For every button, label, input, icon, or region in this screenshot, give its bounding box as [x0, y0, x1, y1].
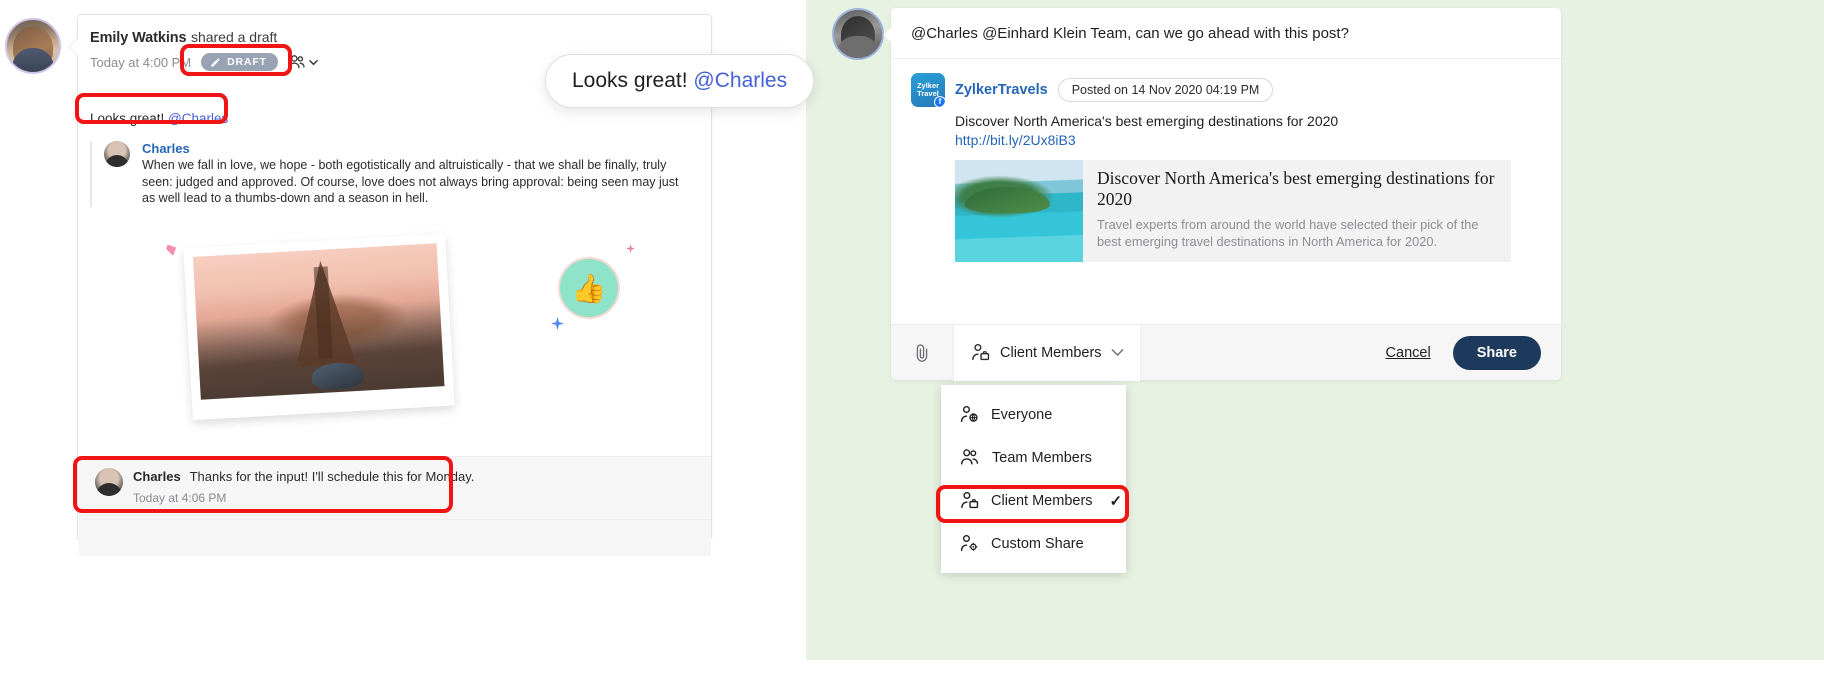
reaction-thumbs-up[interactable]: 👍	[558, 257, 620, 319]
compose-message-text[interactable]: @Charles @Einhard Klein Team, can we go …	[891, 8, 1561, 59]
dropdown-item-client-members[interactable]: Client Members ✓	[941, 479, 1126, 522]
post-brand-name[interactable]: ZylkerTravels	[955, 82, 1048, 98]
compose-card: @Charles @Einhard Klein Team, can we go …	[891, 8, 1561, 381]
thumbs-up-icon: 👍	[571, 272, 607, 304]
photo-eiffel-tower	[192, 243, 445, 400]
quoted-post: Charles When we fall in love, we hope - …	[90, 141, 690, 207]
zoom-callout-comment: Looks great! @Charles	[545, 54, 815, 108]
link-preview-card[interactable]: Discover North America's best emerging d…	[955, 160, 1511, 262]
attach-button[interactable]	[891, 342, 953, 364]
chevron-down-icon	[308, 59, 318, 65]
link-preview-text: Discover North America's best emerging d…	[1083, 160, 1511, 262]
person-briefcase-icon	[972, 343, 990, 361]
people-icon	[961, 449, 979, 465]
pigeon-shape	[311, 361, 365, 391]
left-panel: Emily Watkins shared a draft Today at 4:…	[0, 0, 940, 692]
person-briefcase-icon	[961, 491, 979, 509]
avatar-compose-author[interactable]	[832, 8, 884, 60]
sparkle-pink-small-icon	[626, 244, 635, 253]
speech-tail	[69, 38, 79, 56]
draft-badge-label: DRAFT	[227, 56, 267, 68]
pencil-icon	[211, 57, 220, 67]
sparkle-blue-icon	[551, 317, 564, 330]
quoted-post-author[interactable]: Charles	[142, 141, 690, 156]
reply-author: Charles	[133, 469, 181, 484]
link-preview-description: Travel experts from around the world hav…	[1097, 216, 1479, 249]
post-timestamp-badge: Posted on 14 Nov 2020 04:19 PM	[1057, 78, 1274, 102]
draft-comment-mention[interactable]: @Charles	[168, 111, 228, 126]
reply-timestamp: Today at 4:06 PM	[133, 491, 227, 505]
dropdown-label-client-members: Client Members	[991, 492, 1093, 509]
reply-content: Charles Thanks for the input! I'll sched…	[133, 468, 474, 505]
avatar-emily-watkins[interactable]	[5, 18, 61, 74]
quoted-post-text: When we fall in love, we hope - both ego…	[142, 158, 679, 205]
audience-dropdown-button[interactable]: Client Members	[953, 324, 1141, 381]
reply-text: Thanks for the input! I'll schedule this…	[189, 469, 475, 484]
callout-text: Looks great!	[572, 69, 694, 92]
dropdown-label-everyone: Everyone	[991, 406, 1053, 423]
sparkle-pink-icon	[161, 244, 185, 268]
compose-post-body: Zylker Travel f ZylkerTravels Posted on …	[891, 59, 1561, 262]
reply-row: Charles Thanks for the input! I'll sched…	[79, 456, 711, 520]
message-action: shared a draft	[190, 29, 278, 45]
audience-dropdown-label: Client Members	[1000, 344, 1102, 361]
person-globe-icon	[960, 405, 978, 423]
facebook-icon: f	[934, 96, 945, 107]
dropdown-item-custom-share[interactable]: Custom Share	[941, 522, 1126, 565]
reply-row-bottom-filler	[79, 520, 711, 556]
dropdown-label-team-members: Team Members	[992, 449, 1092, 466]
chevron-down-icon	[1111, 349, 1124, 356]
attached-photo[interactable]	[183, 233, 455, 421]
dropdown-item-everyone[interactable]: Everyone	[941, 393, 1126, 436]
post-link[interactable]: http://bit.ly/2Ux8iB3	[955, 132, 1541, 148]
message-author: Emily Watkins	[90, 30, 187, 46]
draft-badge[interactable]: DRAFT	[201, 53, 278, 71]
callout-mention: @Charles	[693, 69, 788, 92]
dropdown-label-custom-share: Custom Share	[991, 535, 1084, 552]
right-panel: @Charles @Einhard Klein Team, can we go …	[806, 0, 1824, 660]
compose-speech-tail	[883, 26, 893, 44]
dropdown-item-team-members[interactable]: Team Members	[941, 436, 1126, 479]
avatar-charles-reply[interactable]	[95, 468, 123, 496]
audience-dropdown-menu: Everyone Team Members Client Members ✓ C…	[941, 385, 1126, 573]
person-gear-icon	[960, 534, 978, 552]
quoted-post-body: Charles When we fall in love, we hope - …	[142, 141, 690, 207]
share-button[interactable]: Share	[1452, 335, 1541, 370]
cancel-button[interactable]: Cancel	[1386, 345, 1431, 361]
avatar-charles-quoted[interactable]	[104, 141, 130, 167]
paperclip-icon	[916, 343, 928, 362]
zylker-travels-logo: Zylker Travel f	[911, 73, 945, 107]
draft-comment-text: Looks great!	[90, 111, 169, 126]
post-brand-row: Zylker Travel f ZylkerTravels Posted on …	[911, 73, 1541, 107]
link-preview-image	[955, 160, 1083, 262]
checkmark-icon: ✓	[1109, 492, 1123, 510]
message-timestamp: Today at 4:00 PM	[90, 54, 192, 70]
audience-selector[interactable]	[288, 54, 318, 70]
people-icon	[288, 55, 305, 69]
compose-footer: Client Members Cancel Share	[891, 324, 1561, 381]
link-preview-title: Discover North America's best emerging d…	[1097, 168, 1495, 210]
post-body-text: Discover North America's best emerging d…	[955, 113, 1339, 129]
draft-comment: Looks great! @Charles	[90, 111, 228, 126]
